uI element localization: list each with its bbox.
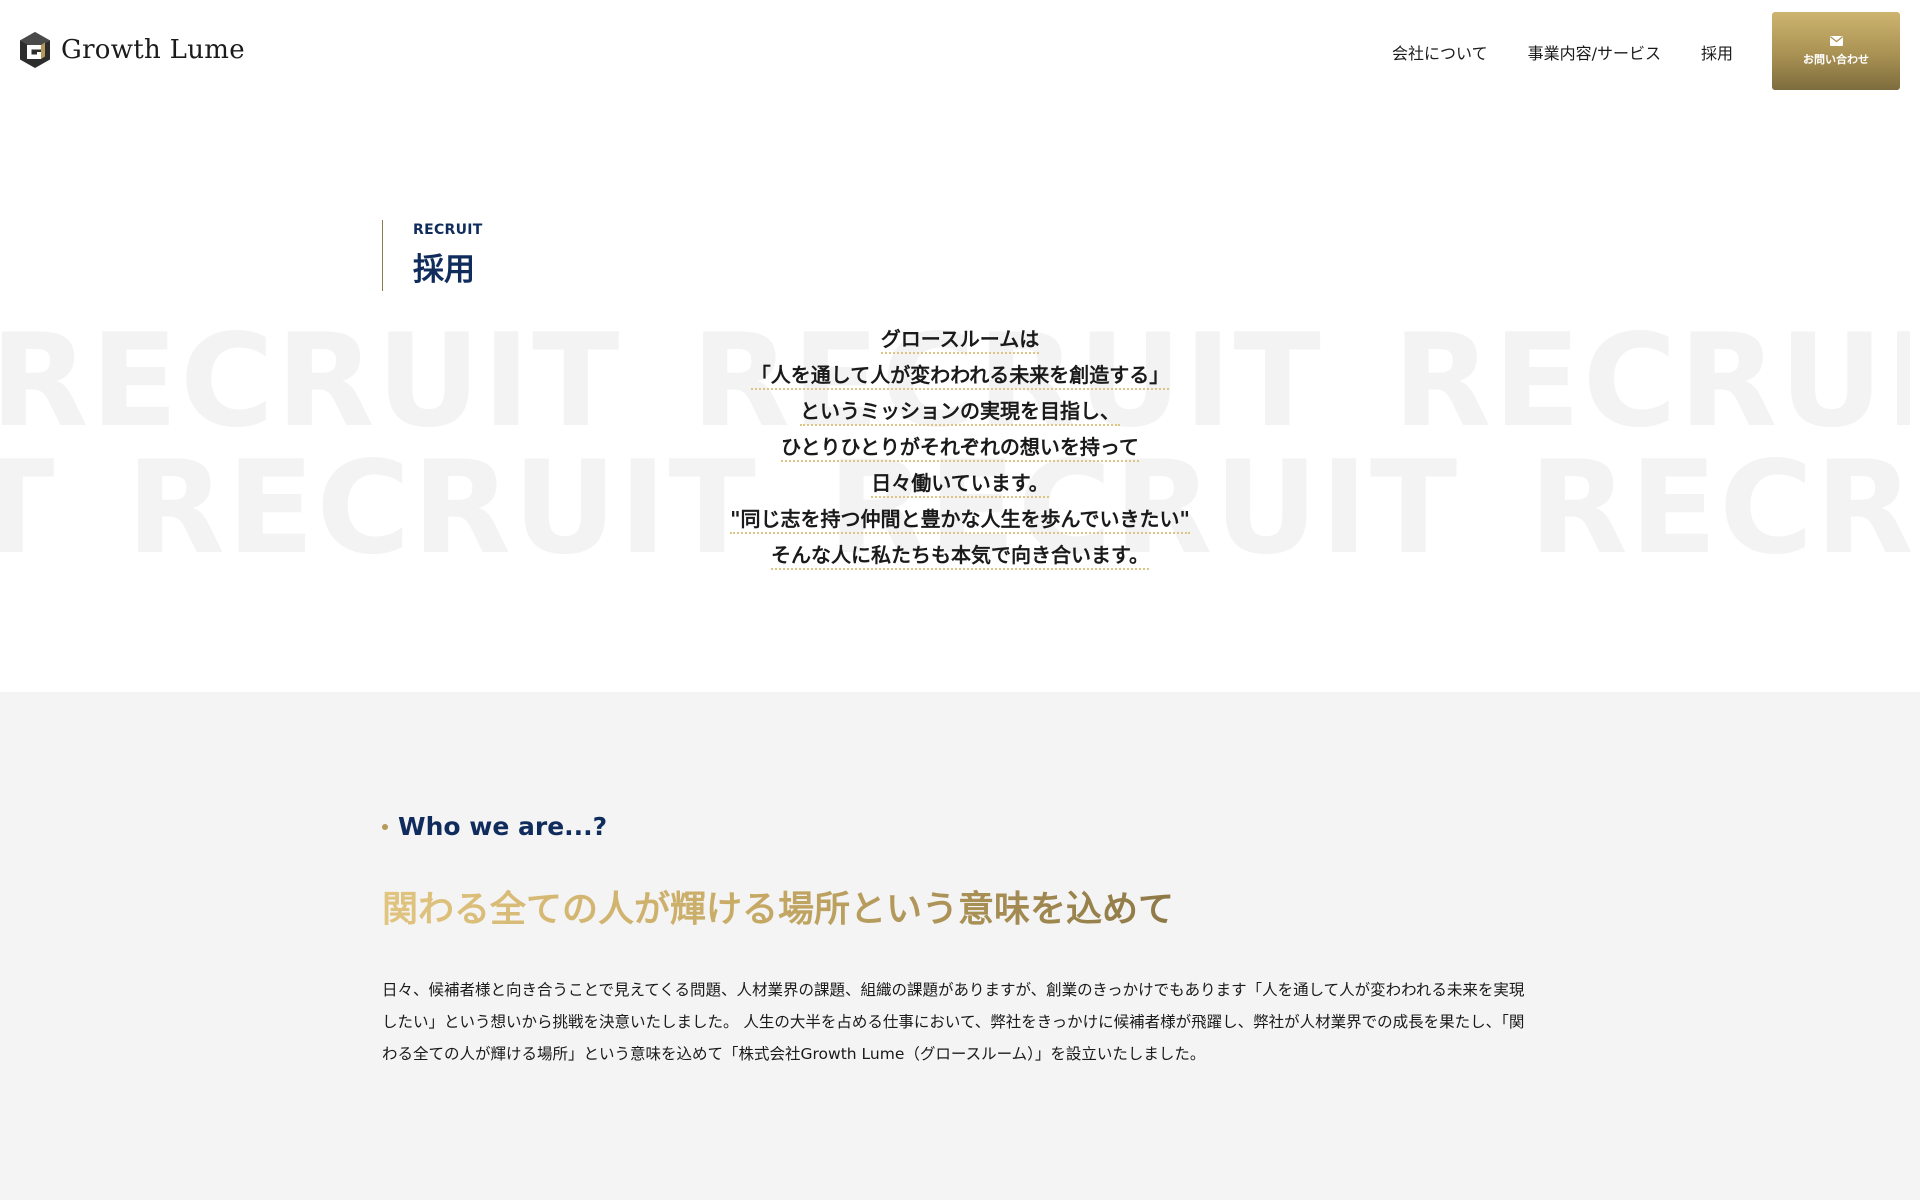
main-nav: 会社について 事業内容/サービス 採用	[1392, 40, 1733, 64]
mission-line: グロースルームは	[880, 327, 1040, 354]
nav-item-recruit[interactable]: 採用	[1701, 40, 1733, 64]
logo-text: Growth Lume	[61, 35, 245, 65]
mission-line: "同じ志を持つ仲間と豊かな人生を歩んでいきたい"	[730, 507, 1190, 534]
about-section: Who we are...? 関わる全ての人が輝ける場所という意味を込めて 日々…	[0, 692, 1920, 1200]
watermark-word: RECRUIT	[0, 445, 57, 573]
mission-line: というミッションの実現を目指し、	[800, 399, 1120, 426]
logo-link[interactable]: Growth Lume	[19, 31, 245, 69]
mission-line: 「人を通して人が変わわれる未来を創造する」	[750, 363, 1170, 390]
bullet-dot-icon	[382, 823, 388, 830]
page-title-en: RECRUIT	[413, 222, 483, 238]
about-body-text: 日々、候補者様と向き合うことで見えてくる問題、人材業界の課題、組織の課題がありま…	[382, 981, 1525, 1063]
about-subtitle: Who we are...?	[382, 812, 607, 841]
nav-item-company[interactable]: 会社について	[1392, 40, 1488, 64]
mission-statement: グロースルームは 「人を通して人が変わわれる未来を創造する」 というミッションの…	[560, 322, 1360, 574]
about-subtitle-text: Who we are...?	[398, 812, 608, 841]
site-header: Growth Lume 会社について 事業内容/サービス 採用 お問い合わせ	[0, 0, 1920, 102]
nav-item-services[interactable]: 事業内容/サービス	[1528, 40, 1661, 64]
mission-line: ひとりひとりがそれぞれの想いを持って	[781, 435, 1139, 462]
mission-line: 日々働いています。	[871, 471, 1049, 498]
watermark-word: RECRUIT	[1392, 318, 1910, 446]
about-lead-heading: 関わる全ての人が輝ける場所という意味を込めて	[382, 880, 1174, 932]
page-title: 採用	[413, 252, 475, 288]
mail-icon	[1829, 35, 1843, 46]
watermark-word: RECRUIT	[1529, 445, 1920, 573]
page-title-block: RECRUIT 採用	[382, 220, 483, 291]
contact-button[interactable]: お問い合わせ	[1772, 12, 1900, 90]
watermark-word: RECRUIT	[0, 318, 622, 446]
hexagon-logo-icon	[20, 32, 50, 68]
contact-label: お問い合わせ	[1803, 52, 1869, 66]
mission-line: そんな人に私たちも本気で向き合います。	[771, 543, 1149, 570]
